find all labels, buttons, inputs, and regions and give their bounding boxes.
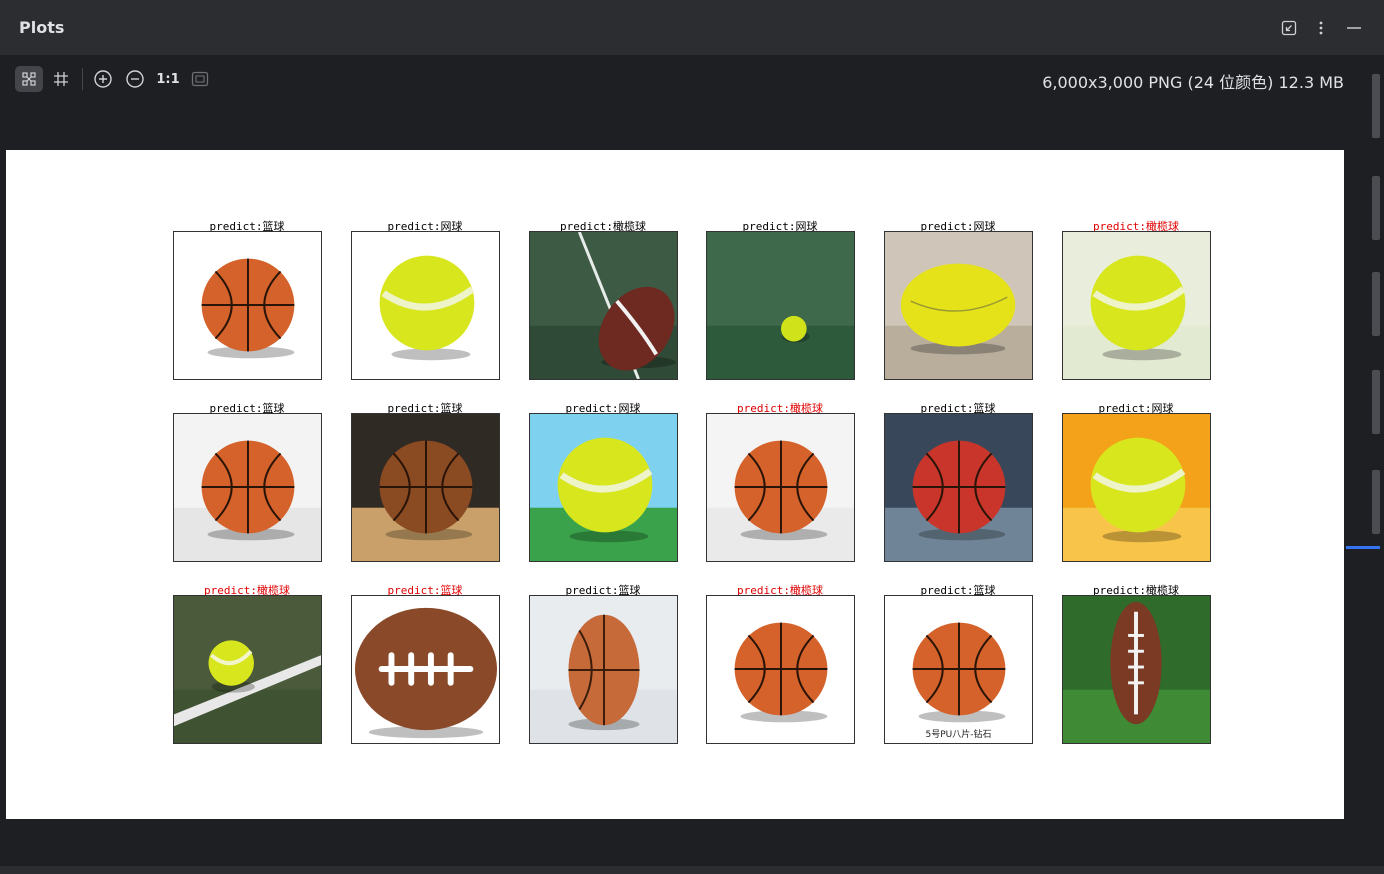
plot-thumbnail-5[interactable] <box>1372 470 1380 534</box>
ball-photo <box>884 231 1033 380</box>
basketball-brown-image <box>352 414 499 561</box>
prediction-cell: predict:篮球 <box>518 582 688 752</box>
plot-thumbnail-4[interactable] <box>1372 370 1380 434</box>
prediction-cell: predict:橄榄球 <box>695 582 865 752</box>
prediction-cell: predict:篮球 <box>873 400 1043 570</box>
football-stand-image <box>1063 596 1210 743</box>
selected-thumbnail-indicator <box>1346 546 1380 549</box>
bottom-bar <box>0 866 1384 874</box>
prediction-cell: predict:网球 <box>873 218 1043 388</box>
fit-window-icon[interactable] <box>186 66 214 92</box>
tennis-image <box>352 232 499 379</box>
ball-photo <box>884 413 1033 562</box>
prediction-cell: predict:网球 <box>695 218 865 388</box>
prediction-cell: predict:橄榄球 <box>695 400 865 570</box>
ball-photo <box>1062 231 1211 380</box>
prediction-cell: predict:网球 <box>340 218 510 388</box>
basketball-image <box>707 414 854 561</box>
ball-photo <box>706 595 855 744</box>
tennis-head-image <box>885 232 1032 379</box>
prediction-cell: predict:网球 <box>1051 400 1221 570</box>
prediction-cell: predict:篮球 <box>340 582 510 752</box>
ball-photo <box>706 413 855 562</box>
basketball-image <box>885 596 1032 743</box>
more-options-icon[interactable] <box>1311 18 1331 38</box>
basketball-image <box>174 414 321 561</box>
prediction-cell: predict:篮球 <box>162 218 332 388</box>
plots-window: Plots 1:1 6,000x3,000 PNG (24 位颜色) 12.3 … <box>0 0 1384 874</box>
zoom-in-icon[interactable] <box>89 66 117 92</box>
football-brown-image <box>352 596 499 743</box>
ball-photo <box>529 595 678 744</box>
basketball-red-image <box>885 414 1032 561</box>
prediction-cell: predict:网球 <box>518 400 688 570</box>
tennis-court-image <box>174 596 321 743</box>
zoom-out-icon[interactable] <box>121 66 149 92</box>
prediction-cell: predict:橄榄球 <box>518 218 688 388</box>
basketball-image <box>707 596 854 743</box>
restore-icon[interactable] <box>1279 18 1299 38</box>
ball-photo <box>173 413 322 562</box>
actual-size-button[interactable]: 1:1 <box>154 66 182 92</box>
tennis-image <box>1063 232 1210 379</box>
ball-photo <box>706 231 855 380</box>
prediction-cell: predict:篮球 <box>340 400 510 570</box>
ball-photo <box>173 595 322 744</box>
ball-photo <box>351 231 500 380</box>
football-image <box>530 232 677 379</box>
ball-photo <box>173 231 322 380</box>
ball-photo <box>529 413 678 562</box>
prediction-cell: predict:橄榄球 <box>162 582 332 752</box>
basketball-image <box>174 232 321 379</box>
ball-photo: 5号PU八片-钻石 <box>884 595 1033 744</box>
fit-grid-icon[interactable] <box>15 66 43 92</box>
prediction-cell: predict:篮球 <box>162 400 332 570</box>
ball-photo <box>351 595 500 744</box>
ball-photo <box>1062 413 1211 562</box>
prediction-cell: predict:橄榄球 <box>1051 582 1221 752</box>
prediction-cell: predict:橄榄球 <box>1051 218 1221 388</box>
tennis-image <box>1063 414 1210 561</box>
grid-lines-icon[interactable] <box>47 66 75 92</box>
plot-thumbnail-1[interactable] <box>1372 74 1380 138</box>
ball-photo <box>351 413 500 562</box>
tennis-image <box>530 414 677 561</box>
toolbar-separator <box>82 68 83 90</box>
plot-toolbar: 1:1 6,000x3,000 PNG (24 位颜色) 12.3 MB <box>0 56 1346 100</box>
minimize-icon[interactable] <box>1344 18 1364 38</box>
tennis-small-image <box>707 232 854 379</box>
ball-photo <box>529 231 678 380</box>
prediction-cell: predict:篮球 5号PU八片-钻石 <box>873 582 1043 752</box>
plot-thumbnail-2[interactable] <box>1372 176 1380 240</box>
plots-title-bar: Plots <box>0 0 1384 56</box>
plot-thumbnail-3[interactable] <box>1372 272 1380 336</box>
ball-photo <box>1062 595 1211 744</box>
panel-title: Plots <box>19 18 65 37</box>
image-info: 6,000x3,000 PNG (24 位颜色) 12.3 MB <box>1042 73 1344 92</box>
plot-canvas[interactable]: predict:篮球 predict:网球 predict:橄榄球 predict:网… <box>6 150 1344 819</box>
basketball-tall-image <box>530 596 677 743</box>
image-caption: 5号PU八片-钻石 <box>925 730 992 740</box>
